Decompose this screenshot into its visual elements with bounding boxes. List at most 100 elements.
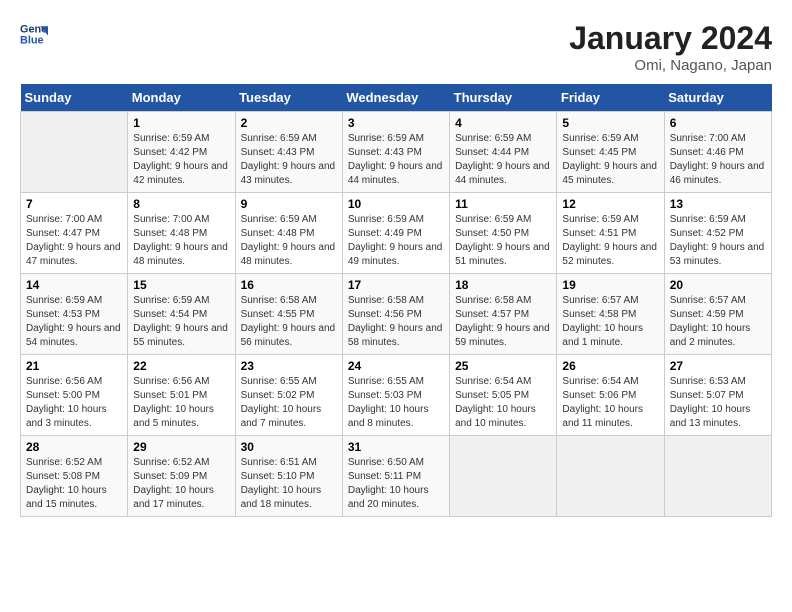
calendar-cell: 5Sunrise: 6:59 AMSunset: 4:45 PMDaylight… [557, 112, 664, 193]
day-number: 10 [348, 197, 444, 211]
calendar-cell: 28 Sunrise: 6:52 AMSunset: 5:08 PMDayligh… [21, 436, 128, 517]
calendar-cell: 17 Sunrise: 6:58 AMSunset: 4:56 PMDayligh… [342, 274, 449, 355]
day-info: Sunrise: 6:59 AMSunset: 4:50 PMDaylight:… [455, 213, 551, 269]
day-number: 8 [133, 197, 229, 211]
day-number: 31 [348, 440, 444, 454]
calendar-cell [557, 436, 664, 517]
day-info: Sunrise: 6:59 AMSunset: 4:53 PMDaylight:… [26, 294, 122, 350]
calendar-cell: 31 Sunrise: 6:50 AMSunset: 5:11 PMDayligh… [342, 436, 449, 517]
calendar-cell: 30 Sunrise: 6:51 AMSunset: 5:10 PMDayligh… [235, 436, 342, 517]
weekday-header-sunday: Sunday [21, 84, 128, 112]
day-info: Sunrise: 6:59 AMSunset: 4:54 PMDaylight:… [133, 294, 229, 350]
calendar-cell: 18 Sunrise: 6:58 AMSunset: 4:57 PMDayligh… [450, 274, 557, 355]
day-number: 18 [455, 278, 551, 292]
day-info: Sunrise: 6:58 AMSunset: 4:56 PMDaylight:… [348, 294, 444, 350]
day-info: Sunrise: 6:56 AMSunset: 5:00 PMDaylight:… [26, 375, 122, 431]
calendar-cell: 4 Sunrise: 6:59 AMSunset: 4:44 PMDaylight… [450, 112, 557, 193]
day-number: 22 [133, 359, 229, 373]
calendar-week-row: 1 Sunrise: 6:59 AMSunset: 4:42 PMDaylight… [21, 112, 772, 193]
day-number: 12 [562, 197, 658, 211]
calendar-cell: 14 Sunrise: 6:59 AMSunset: 4:53 PMDayligh… [21, 274, 128, 355]
calendar-cell: 10Sunrise: 6:59 AMSunset: 4:49 PMDayligh… [342, 193, 449, 274]
calendar-cell: 3 Sunrise: 6:59 AMSunset: 4:43 PMDaylight… [342, 112, 449, 193]
day-info: Sunrise: 6:52 AMSunset: 5:08 PMDaylight:… [26, 456, 122, 512]
day-info: Sunrise: 6:55 AMSunset: 5:03 PMDaylight:… [348, 375, 444, 431]
day-number: 3 [348, 116, 444, 130]
day-info: Sunrise: 6:58 AMSunset: 4:55 PMDaylight:… [241, 294, 337, 350]
day-info: Sunrise: 6:58 AMSunset: 4:57 PMDaylight:… [455, 294, 551, 350]
day-info: Sunrise: 7:00 AMSunset: 4:46 PMDaylight:… [670, 132, 766, 188]
day-info: Sunrise: 6:52 AMSunset: 5:09 PMDaylight:… [133, 456, 229, 512]
day-number: 9 [241, 197, 337, 211]
calendar-cell: 9 Sunrise: 6:59 AMSunset: 4:48 PMDaylight… [235, 193, 342, 274]
calendar-cell: 11Sunrise: 6:59 AMSunset: 4:50 PMDayligh… [450, 193, 557, 274]
title-block: January 2024 Omi, Nagano, Japan [569, 20, 772, 74]
calendar-cell [21, 112, 128, 193]
day-info: Sunrise: 6:54 AMSunset: 5:05 PMDaylight:… [455, 375, 551, 431]
calendar-cell: 6 Sunrise: 7:00 AMSunset: 4:46 PMDaylight… [664, 112, 771, 193]
day-info: Sunrise: 6:51 AMSunset: 5:10 PMDaylight:… [241, 456, 337, 512]
day-info: Sunrise: 6:57 AMSunset: 4:58 PMDaylight:… [562, 294, 658, 350]
day-number: 13 [670, 197, 766, 211]
day-number: 14 [26, 278, 122, 292]
calendar-cell: 13 Sunrise: 6:59 AMSunset: 4:52 PMDayligh… [664, 193, 771, 274]
day-info: Sunrise: 6:59 AMSunset: 4:45 PMDaylight:… [562, 132, 658, 188]
day-info: Sunrise: 6:59 AMSunset: 4:48 PMDaylight:… [241, 213, 337, 269]
day-info: Sunrise: 6:57 AMSunset: 4:59 PMDaylight:… [670, 294, 766, 350]
day-info: Sunrise: 6:54 AMSunset: 5:06 PMDaylight:… [562, 375, 658, 431]
calendar-cell: 19 Sunrise: 6:57 AMSunset: 4:58 PMDayligh… [557, 274, 664, 355]
svg-text:Blue: Blue [20, 34, 44, 46]
calendar-week-row: 7Sunrise: 7:00 AMSunset: 4:47 PMDaylight… [21, 193, 772, 274]
calendar-cell: 7Sunrise: 7:00 AMSunset: 4:47 PMDaylight… [21, 193, 128, 274]
day-number: 27 [670, 359, 766, 373]
calendar-cell: 25 Sunrise: 6:54 AMSunset: 5:05 PMDayligh… [450, 355, 557, 436]
calendar-cell [664, 436, 771, 517]
day-number: 25 [455, 359, 551, 373]
day-info: Sunrise: 6:59 AMSunset: 4:51 PMDaylight:… [562, 213, 658, 269]
month-title: January 2024 [569, 20, 772, 57]
day-number: 1 [133, 116, 229, 130]
day-info: Sunrise: 6:53 AMSunset: 5:07 PMDaylight:… [670, 375, 766, 431]
day-number: 26 [562, 359, 658, 373]
weekday-header-saturday: Saturday [664, 84, 771, 112]
logo-icon: General Blue [20, 20, 48, 48]
day-number: 29 [133, 440, 229, 454]
day-info: Sunrise: 6:59 AMSunset: 4:43 PMDaylight:… [348, 132, 444, 188]
day-info: Sunrise: 7:00 AMSunset: 4:47 PMDaylight:… [26, 213, 122, 269]
calendar-cell: 20Sunrise: 6:57 AMSunset: 4:59 PMDayligh… [664, 274, 771, 355]
weekday-header-tuesday: Tuesday [235, 84, 342, 112]
day-info: Sunrise: 6:59 AMSunset: 4:44 PMDaylight:… [455, 132, 551, 188]
day-number: 15 [133, 278, 229, 292]
day-info: Sunrise: 7:00 AMSunset: 4:48 PMDaylight:… [133, 213, 229, 269]
day-number: 28 [26, 440, 122, 454]
calendar-cell: 12 Sunrise: 6:59 AMSunset: 4:51 PMDayligh… [557, 193, 664, 274]
calendar-week-row: 21 Sunrise: 6:56 AMSunset: 5:00 PMDayligh… [21, 355, 772, 436]
calendar-table: SundayMondayTuesdayWednesdayThursdayFrid… [20, 84, 772, 517]
day-number: 19 [562, 278, 658, 292]
calendar-cell: 8 Sunrise: 7:00 AMSunset: 4:48 PMDaylight… [128, 193, 235, 274]
location: Omi, Nagano, Japan [569, 57, 772, 74]
day-number: 23 [241, 359, 337, 373]
calendar-cell [450, 436, 557, 517]
calendar-cell: 24 Sunrise: 6:55 AMSunset: 5:03 PMDayligh… [342, 355, 449, 436]
day-info: Sunrise: 6:59 AMSunset: 4:52 PMDaylight:… [670, 213, 766, 269]
calendar-cell: 15 Sunrise: 6:59 AMSunset: 4:54 PMDayligh… [128, 274, 235, 355]
day-number: 16 [241, 278, 337, 292]
day-number: 6 [670, 116, 766, 130]
day-number: 30 [241, 440, 337, 454]
calendar-week-row: 28 Sunrise: 6:52 AMSunset: 5:08 PMDayligh… [21, 436, 772, 517]
day-info: Sunrise: 6:59 AMSunset: 4:43 PMDaylight:… [241, 132, 337, 188]
calendar-cell: 1 Sunrise: 6:59 AMSunset: 4:42 PMDaylight… [128, 112, 235, 193]
calendar-cell: 29 Sunrise: 6:52 AMSunset: 5:09 PMDayligh… [128, 436, 235, 517]
calendar-cell: 21 Sunrise: 6:56 AMSunset: 5:00 PMDayligh… [21, 355, 128, 436]
weekday-header-monday: Monday [128, 84, 235, 112]
day-info: Sunrise: 6:50 AMSunset: 5:11 PMDaylight:… [348, 456, 444, 512]
calendar-cell: 27 Sunrise: 6:53 AMSunset: 5:07 PMDayligh… [664, 355, 771, 436]
day-number: 24 [348, 359, 444, 373]
calendar-cell: 22Sunrise: 6:56 AMSunset: 5:01 PMDayligh… [128, 355, 235, 436]
day-number: 17 [348, 278, 444, 292]
day-number: 21 [26, 359, 122, 373]
weekday-header-thursday: Thursday [450, 84, 557, 112]
day-number: 4 [455, 116, 551, 130]
day-info: Sunrise: 6:59 AMSunset: 4:42 PMDaylight:… [133, 132, 229, 188]
